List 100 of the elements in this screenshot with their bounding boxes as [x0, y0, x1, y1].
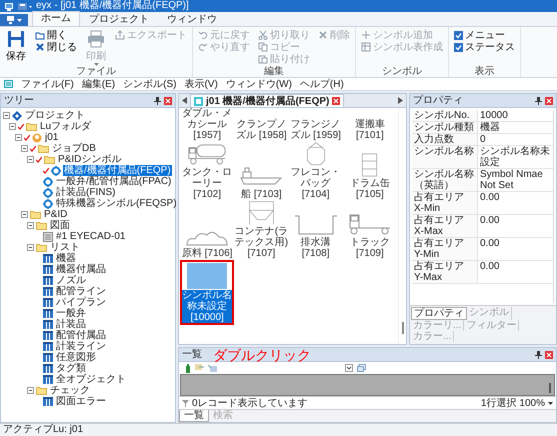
tree-item[interactable]: プロジェクト [24, 110, 86, 121]
filter-icon[interactable] [182, 400, 189, 406]
symbol-label[interactable]: ドラム缶 [7105] [342, 178, 397, 200]
tree-item[interactable]: ノズル [55, 275, 87, 286]
close-icon[interactable] [164, 96, 172, 104]
pin-icon[interactable] [535, 350, 542, 358]
collapse-icon[interactable] [27, 222, 34, 229]
table-icon [43, 298, 53, 307]
undo-icon [198, 30, 208, 40]
hopper-icon [248, 201, 275, 225]
scrollbar[interactable] [549, 383, 551, 393]
close-icon[interactable] [545, 350, 553, 358]
tree-item[interactable]: 計装品 [55, 319, 87, 330]
ribbon-button[interactable]: 閉じる [34, 41, 78, 53]
ribbon-tab[interactable]: プロジェクト [80, 12, 158, 26]
close-icon[interactable] [332, 97, 340, 105]
menu-item[interactable]: ヘルプ(H) [300, 78, 344, 90]
tree-item[interactable]: 機器 [55, 253, 77, 264]
collapse-icon[interactable] [3, 112, 10, 119]
tree-item[interactable]: 計装品(FINS) [55, 187, 116, 198]
pin-icon[interactable] [535, 96, 542, 104]
tree-item[interactable]: 計装ライン [55, 341, 107, 352]
app-icon [4, 2, 14, 10]
tree-item[interactable]: ジョブDB [51, 143, 97, 154]
collapse-icon[interactable] [15, 134, 22, 141]
folder-icon [38, 144, 49, 153]
drum-icon [361, 153, 378, 177]
export-rows-icon[interactable] [195, 364, 204, 372]
tree-item[interactable]: #1 EYECAD-01 [55, 231, 126, 242]
ribbon-tab[interactable]: ホーム [32, 11, 80, 26]
menu-item[interactable]: シンボル(S) [123, 78, 176, 90]
bottle-icon[interactable] [185, 364, 191, 372]
property-name: 入力点数 [412, 134, 478, 146]
symbol-label[interactable]: 原料 [7106] [182, 248, 232, 259]
checkbox[interactable]: メニュー [453, 29, 516, 41]
tree-item[interactable]: P&IDシンボル [57, 154, 122, 165]
tree-item[interactable]: P&ID [43, 209, 68, 220]
symbol-label[interactable]: フレコン・バッグ [7104] [288, 167, 343, 200]
table-icon [43, 265, 53, 274]
scroll-left-icon[interactable] [182, 97, 187, 104]
property-name: 占有エリア Y-Min [412, 238, 478, 261]
symbol-label[interactable]: ダブル・メカシール [1957] [180, 108, 234, 141]
tree-item[interactable]: リスト [49, 242, 81, 253]
tree-item[interactable]: 一般弁/配管付属品(FPAC) [55, 176, 172, 187]
window-icon[interactable] [357, 364, 366, 372]
checkbox[interactable]: ステータス [453, 41, 516, 53]
collapse-icon[interactable] [27, 244, 34, 251]
caret-icon[interactable] [548, 402, 553, 404]
tree-item[interactable]: 一般弁 [55, 308, 87, 319]
collapse-icon[interactable] [27, 156, 34, 163]
zoom-level[interactable]: 100% [519, 398, 545, 408]
panel-tab[interactable]: プロパティ [411, 307, 467, 320]
tree-item[interactable]: 配管付属品 [55, 330, 107, 341]
tree-item[interactable]: タグ類 [55, 363, 87, 374]
tree-item[interactable]: チェック [49, 385, 91, 396]
dropdown-icon[interactable] [345, 364, 353, 372]
tree-item[interactable]: パイプラン [55, 297, 107, 308]
symbol-label[interactable]: シンボル名称未設定 [10000] [182, 290, 232, 323]
close-icon[interactable] [545, 96, 553, 104]
panel-title: プロパティ [413, 94, 463, 107]
collapse-icon[interactable] [9, 123, 16, 130]
collapse-icon[interactable] [21, 145, 28, 152]
symbol-icon [43, 198, 53, 208]
ribbon-button[interactable]: 保存 [4, 29, 28, 63]
symbol-label[interactable]: 運搬車 [7101] [342, 119, 397, 141]
quick-access-icon[interactable] [18, 2, 32, 10]
ribbon-tab[interactable]: ウィンドウ [158, 12, 226, 26]
scrollbar[interactable] [402, 322, 404, 334]
tree-item[interactable]: 機器付属品 [55, 264, 107, 275]
scroll-right-icon[interactable] [398, 97, 403, 104]
symbol-label[interactable]: フランジノズル [1959] [288, 119, 343, 141]
tree-item[interactable]: j01 [44, 132, 60, 143]
document-tab[interactable]: j01 機器/機器付属品(FEQP) [190, 94, 344, 107]
symbol-label[interactable]: クランプノズル [1958] [234, 119, 288, 141]
symbol-label[interactable]: 船 [7103] [241, 189, 282, 200]
tree-item[interactable]: 特殊機器シンボル(FEQSP) [55, 198, 178, 209]
tree-item[interactable]: 図面 [49, 220, 71, 231]
app-menu-button[interactable] [0, 14, 28, 26]
symbol-icon [51, 166, 61, 176]
tree-item[interactable]: 配管ライン [55, 286, 107, 297]
tree-item[interactable]: 図面エラー [55, 396, 107, 407]
collapse-icon[interactable] [27, 387, 34, 394]
menu-item[interactable]: ウィンドウ(W) [226, 78, 292, 90]
tree-item[interactable]: 全オブジェクト [55, 374, 127, 385]
menu-item[interactable]: ファイル(F) [21, 78, 74, 90]
status-text: アクティブLu: j01 [3, 424, 84, 435]
menu-item[interactable]: 編集(E) [82, 78, 116, 90]
panel-tab[interactable]: 一覧 [179, 410, 209, 422]
tree-item[interactable]: Luフォルダ [39, 121, 92, 132]
symbol-label[interactable]: コンテナ(ラテックス用) [7107] [234, 226, 288, 259]
pin-icon[interactable] [154, 96, 161, 104]
tree-item[interactable]: 機器/機器付属品(FEQP) [63, 165, 172, 176]
ribbon-button[interactable]: 開く [34, 29, 78, 41]
symbol-label[interactable]: タンク・ローリー [7102] [180, 167, 234, 200]
symbol-label[interactable]: 排水溝 [7108] [288, 237, 343, 259]
collapse-icon[interactable] [21, 211, 28, 218]
menu-item[interactable]: 表示(V) [184, 78, 218, 90]
symbol-label[interactable]: トラック [7109] [342, 237, 397, 259]
annotation-text: ダブルクリック [213, 347, 311, 363]
tree-item[interactable]: 任意図形 [55, 352, 97, 363]
